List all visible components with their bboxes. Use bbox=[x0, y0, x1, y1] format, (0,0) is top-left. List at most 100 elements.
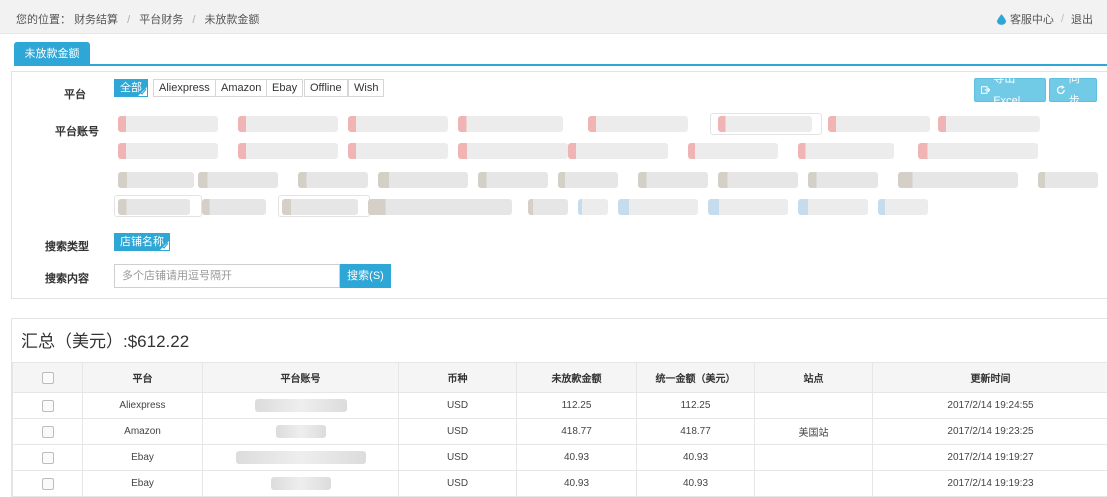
platform-chip-offline[interactable]: Offline bbox=[304, 79, 348, 97]
account-chip[interactable] bbox=[798, 199, 868, 215]
cell-updated-time: 2017/2/14 19:19:27 bbox=[872, 444, 1107, 471]
sync-button[interactable]: 同步 bbox=[1049, 73, 1097, 107]
search-button[interactable]: 搜索(S) bbox=[340, 264, 391, 288]
account-chip[interactable] bbox=[718, 172, 798, 188]
header-platform: 平台 bbox=[82, 362, 203, 393]
export-button-label: 导出Excel bbox=[993, 73, 1021, 107]
account-chip[interactable] bbox=[618, 199, 698, 215]
account-chip[interactable] bbox=[118, 143, 218, 159]
account-chip[interactable] bbox=[118, 116, 218, 132]
account-chip[interactable] bbox=[458, 116, 563, 132]
account-chip[interactable] bbox=[202, 199, 266, 215]
account-chip[interactable] bbox=[118, 172, 194, 188]
cell-usd-amount: 112.25 bbox=[636, 392, 755, 419]
tab-unreleased-amount[interactable]: 未放款金额 bbox=[14, 42, 90, 66]
account-chip[interactable] bbox=[348, 116, 448, 132]
summary-total: 汇总（美元）:$612.22 bbox=[21, 332, 190, 351]
account-chip[interactable] bbox=[798, 143, 894, 159]
account-chip[interactable] bbox=[808, 172, 878, 188]
search-type-chip-shop-name[interactable]: 店铺名称 bbox=[114, 233, 170, 251]
results-table: 平台 平台账号 币种 未放款金额 统一金额（美元） 站点 更新时间 Aliexp… bbox=[12, 362, 1107, 497]
cell-account bbox=[202, 418, 399, 445]
platform-chip-aliexpress[interactable]: Aliexpress bbox=[153, 79, 216, 97]
platform-chip-all[interactable]: 全部 bbox=[114, 79, 148, 97]
account-chip[interactable] bbox=[568, 143, 668, 159]
account-chip[interactable] bbox=[558, 172, 618, 188]
account-chip[interactable] bbox=[688, 143, 778, 159]
cell-platform: Ebay bbox=[82, 444, 203, 471]
row-checkbox[interactable] bbox=[41, 399, 54, 412]
blurred-account bbox=[275, 425, 326, 438]
account-chip[interactable] bbox=[368, 199, 512, 215]
cell-site: 美国站 bbox=[754, 418, 873, 445]
table-row: Amazon USD 418.77 418.77 美国站 2017/2/14 1… bbox=[12, 418, 1107, 445]
account-chip[interactable] bbox=[898, 172, 1018, 188]
account-chip[interactable] bbox=[528, 199, 568, 215]
header-usd-amount: 统一金额（美元） bbox=[636, 362, 755, 393]
cell-platform: Ebay bbox=[82, 470, 203, 497]
search-input[interactable]: 多个店铺请用逗号隔开 bbox=[114, 264, 340, 288]
summary-panel: 汇总（美元）:$612.22 平台 平台账号 币种 未放款金额 统一金额（美元）… bbox=[11, 318, 1107, 497]
account-chip[interactable] bbox=[828, 116, 930, 132]
row-select-cell bbox=[12, 392, 83, 419]
cell-account bbox=[202, 470, 399, 497]
platform-chip-ebay[interactable]: Ebay bbox=[266, 79, 304, 97]
account-chip[interactable] bbox=[938, 116, 1040, 132]
cell-updated-time: 2017/2/14 19:19:23 bbox=[872, 470, 1107, 497]
search-type-label: 搜索类型 bbox=[45, 241, 89, 253]
account-chip-text bbox=[118, 199, 190, 215]
row-select-cell bbox=[12, 470, 83, 497]
search-type-chip-label: 店铺名称 bbox=[120, 236, 164, 248]
table-header-row: 平台 平台账号 币种 未放款金额 统一金额（美元） 站点 更新时间 bbox=[12, 362, 1107, 393]
account-chip-text bbox=[282, 199, 358, 215]
platform-label: 平台 bbox=[64, 89, 86, 101]
select-all-checkbox[interactable] bbox=[41, 371, 54, 384]
cell-platform: Aliexpress bbox=[82, 392, 203, 419]
account-chip[interactable] bbox=[378, 172, 468, 188]
row-checkbox[interactable] bbox=[41, 477, 54, 490]
cell-currency: USD bbox=[398, 470, 517, 497]
breadcrumb-item-platform-finance[interactable]: 平台财务 bbox=[139, 14, 183, 26]
account-chip[interactable] bbox=[238, 116, 338, 132]
blurred-account bbox=[254, 399, 347, 412]
account-chip[interactable] bbox=[238, 143, 338, 159]
export-icon bbox=[981, 86, 991, 94]
link-separator: / bbox=[1060, 13, 1064, 25]
account-chip[interactable] bbox=[578, 199, 608, 215]
account-chip[interactable] bbox=[348, 143, 448, 159]
row-checkbox[interactable] bbox=[41, 451, 54, 464]
cell-usd-amount: 418.77 bbox=[636, 418, 755, 445]
account-chip-list bbox=[114, 112, 1104, 224]
platform-chip-amazon[interactable]: Amazon bbox=[215, 79, 268, 97]
account-chip[interactable] bbox=[878, 199, 928, 215]
account-chip[interactable] bbox=[708, 199, 788, 215]
account-chip-text bbox=[718, 116, 812, 132]
export-excel-button[interactable]: 导出Excel bbox=[974, 73, 1046, 107]
account-chip[interactable] bbox=[198, 172, 278, 188]
top-bar: 您的位置： 财务结算 / 平台财务 / 未放款金额 客服中心 / 退出 bbox=[0, 0, 1107, 34]
account-chip[interactable] bbox=[1038, 172, 1098, 188]
breadcrumb-prefix: 您的位置： bbox=[16, 14, 71, 26]
breadcrumb-item-finance[interactable]: 财务结算 bbox=[74, 14, 118, 26]
account-chip[interactable] bbox=[478, 172, 548, 188]
row-checkbox[interactable] bbox=[41, 425, 54, 438]
account-chip[interactable] bbox=[588, 116, 688, 132]
header-site: 站点 bbox=[754, 362, 873, 393]
platform-chip-wish[interactable]: Wish bbox=[348, 79, 385, 97]
cell-amount: 40.93 bbox=[516, 444, 637, 471]
cell-amount: 112.25 bbox=[516, 392, 637, 419]
customer-service-link[interactable]: 客服中心 bbox=[1010, 11, 1054, 27]
account-chip[interactable] bbox=[918, 143, 1038, 159]
refresh-icon bbox=[1056, 85, 1065, 95]
account-chip[interactable] bbox=[458, 143, 568, 159]
cell-usd-amount: 40.93 bbox=[636, 444, 755, 471]
account-chip[interactable] bbox=[298, 172, 368, 188]
header-account: 平台账号 bbox=[202, 362, 399, 393]
cell-site bbox=[754, 392, 873, 419]
top-links: 客服中心 / 退出 bbox=[996, 11, 1093, 27]
logout-link[interactable]: 退出 bbox=[1071, 11, 1093, 27]
account-label: 平台账号 bbox=[55, 126, 99, 138]
cell-account bbox=[202, 392, 399, 419]
table-row: Aliexpress USD 112.25 112.25 2017/2/14 1… bbox=[12, 392, 1107, 419]
account-chip[interactable] bbox=[638, 172, 708, 188]
